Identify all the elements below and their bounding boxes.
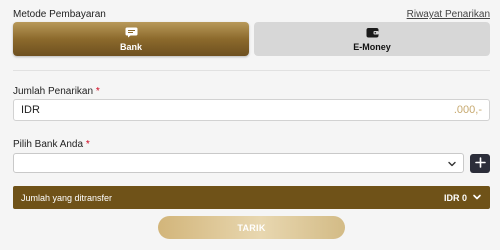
payment-method-emoney[interactable]: E-Money xyxy=(254,22,490,56)
chat-card-icon xyxy=(125,27,138,39)
chevron-down-icon xyxy=(472,192,482,204)
add-bank-button[interactable] xyxy=(470,154,490,173)
currency-prefix: IDR xyxy=(21,104,40,116)
bank-select[interactable] xyxy=(13,153,464,173)
payment-method-emoney-label: E-Money xyxy=(353,41,391,52)
required-mark: * xyxy=(85,139,90,150)
chevron-down-icon xyxy=(446,157,458,169)
required-mark: * xyxy=(95,86,100,97)
withdraw-submit-button[interactable]: TARIK xyxy=(158,216,345,239)
withdrawal-history-link[interactable]: Riwayat Penarikan xyxy=(407,9,490,20)
wallet-icon xyxy=(366,27,379,39)
payment-method-bank-label: Bank xyxy=(119,41,142,52)
transfer-summary-toggle[interactable]: Jumlah yang ditransfer IDR 0 xyxy=(13,186,490,209)
payment-method-label: Metode Pembayaran xyxy=(13,9,106,20)
transfer-summary-amount: IDR 0 xyxy=(443,192,467,203)
withdraw-amount-label: Jumlah Penarikan * xyxy=(13,86,100,97)
payment-method-bank[interactable]: Bank xyxy=(13,22,249,56)
section-divider xyxy=(13,70,490,71)
bank-select-label: Pilih Bank Anda * xyxy=(13,139,90,150)
amount-suffix: .000,- xyxy=(453,104,482,116)
withdrawal-form: Metode Pembayaran Riwayat Penarikan Bank… xyxy=(0,0,500,250)
withdraw-amount-input[interactable]: IDR .000,- xyxy=(13,99,490,121)
transfer-summary-label: Jumlah yang ditransfer xyxy=(21,192,113,203)
plus-icon xyxy=(474,155,486,173)
